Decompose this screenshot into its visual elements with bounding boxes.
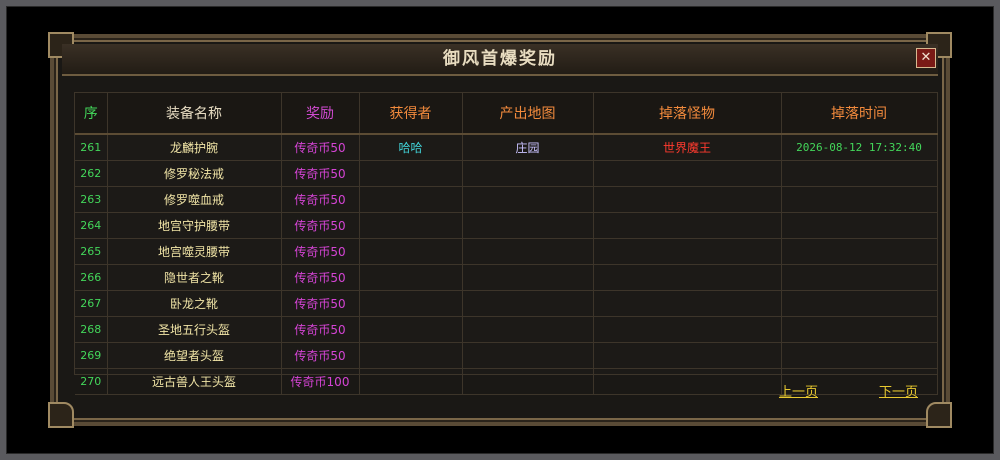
row-reward: 传奇币50 [281,212,360,239]
row-seq: 264 [75,212,108,239]
row-equipment-name: 修罗秘法戒 [107,160,282,187]
row-map [462,316,594,343]
row-time [781,238,938,265]
row-monster [593,316,782,343]
row-equipment-name: 卧龙之靴 [107,290,282,317]
row-reward: 传奇币50 [281,290,360,317]
row-seq: 270 [75,368,108,395]
row-seq: 269 [75,342,108,369]
column-header-map: 产出地图 [462,93,594,135]
row-getter [359,212,463,239]
row-time: 2026-08-12 17:32:40 [781,134,938,161]
row-monster [593,212,782,239]
row-equipment-name: 远古兽人王头盔 [107,368,282,395]
table-row: 261 龙麟护腕 传奇币50 哈哈 庄园 世界魔王 2026-08-12 17:… [75,134,938,161]
row-equipment-name: 绝望者头盔 [107,342,282,369]
row-seq: 267 [75,290,108,317]
row-map [462,160,594,187]
row-reward: 传奇币50 [281,264,360,291]
drop-records-table: 序 装备名称 奖励 获得者 产出地图 掉落怪物 掉落时间 261 龙麟护腕 传奇… [74,92,938,395]
row-monster [593,342,782,369]
row-time [781,316,938,343]
row-time [781,264,938,291]
column-header-getter: 获得者 [359,93,463,135]
row-time [781,290,938,317]
table-row: 263 修罗噬血戒 传奇币50 [75,186,938,213]
row-getter [359,160,463,187]
dialog-title: 御风首爆奖励 [443,49,557,69]
column-header-reward: 奖励 [281,93,360,135]
row-getter: 哈哈 [359,134,463,161]
row-seq: 263 [75,186,108,213]
row-map [462,212,594,239]
column-header-equipment: 装备名称 [107,93,282,135]
table-row: 267 卧龙之靴 传奇币50 [75,290,938,317]
column-header-seq: 序 [75,93,108,135]
row-monster [593,186,782,213]
row-time [781,160,938,187]
table-header-row: 序 装备名称 奖励 获得者 产出地图 掉落怪物 掉落时间 [75,93,938,135]
row-seq: 261 [75,134,108,161]
row-getter [359,290,463,317]
table-row: 264 地宫守护腰带 传奇币50 [75,212,938,239]
prev-page-link[interactable]: 上一页 [779,381,818,400]
frame-corner-ornament [48,402,74,428]
row-monster [593,160,782,187]
row-reward: 传奇币100 [281,368,360,395]
row-reward: 传奇币50 [281,316,360,343]
row-equipment-name: 地宫噬灵腰带 [107,238,282,265]
close-button[interactable]: ✕ [916,48,936,68]
row-monster [593,238,782,265]
dialog-titlebar: 御风首爆奖励 ✕ [62,44,938,76]
row-map [462,290,594,317]
row-seq: 266 [75,264,108,291]
row-seq: 265 [75,238,108,265]
row-seq: 268 [75,316,108,343]
row-equipment-name: 隐世者之靴 [107,264,282,291]
row-reward: 传奇币50 [281,134,360,161]
row-getter [359,368,463,395]
row-getter [359,238,463,265]
frame-corner-ornament [926,402,952,428]
table-row: 269 绝望者头盔 传奇币50 [75,342,938,369]
table-row: 268 圣地五行头盔 传奇币50 [75,316,938,343]
first-drop-reward-dialog: 御风首爆奖励 ✕ 序 装备名称 奖励 获得者 产出地图 掉落怪物 掉落时间 26… [48,32,952,428]
row-reward: 传奇币50 [281,238,360,265]
row-monster: 世界魔王 [593,134,782,161]
row-monster [593,368,782,395]
row-reward: 传奇币50 [281,186,360,213]
row-reward: 传奇币50 [281,160,360,187]
table-body: 261 龙麟护腕 传奇币50 哈哈 庄园 世界魔王 2026-08-12 17:… [75,134,938,395]
row-time [781,186,938,213]
row-seq: 262 [75,160,108,187]
row-time [781,342,938,369]
row-map [462,186,594,213]
row-getter [359,186,463,213]
table-row: 266 隐世者之靴 传奇币50 [75,264,938,291]
row-map [462,238,594,265]
row-getter [359,316,463,343]
column-header-time: 掉落时间 [781,93,938,135]
row-map [462,342,594,369]
next-page-link[interactable]: 下一页 [879,381,918,400]
row-monster [593,290,782,317]
row-equipment-name: 地宫守护腰带 [107,212,282,239]
row-map [462,264,594,291]
row-time [781,212,938,239]
row-equipment-name: 修罗噬血戒 [107,186,282,213]
column-header-monster: 掉落怪物 [593,93,782,135]
row-monster [593,264,782,291]
row-map: 庄园 [462,134,594,161]
row-getter [359,342,463,369]
row-equipment-name: 龙麟护腕 [107,134,282,161]
row-getter [359,264,463,291]
table-row: 265 地宫噬灵腰带 传奇币50 [75,238,938,265]
table-row: 262 修罗秘法戒 传奇币50 [75,160,938,187]
row-equipment-name: 圣地五行头盔 [107,316,282,343]
row-map [462,368,594,395]
row-reward: 传奇币50 [281,342,360,369]
